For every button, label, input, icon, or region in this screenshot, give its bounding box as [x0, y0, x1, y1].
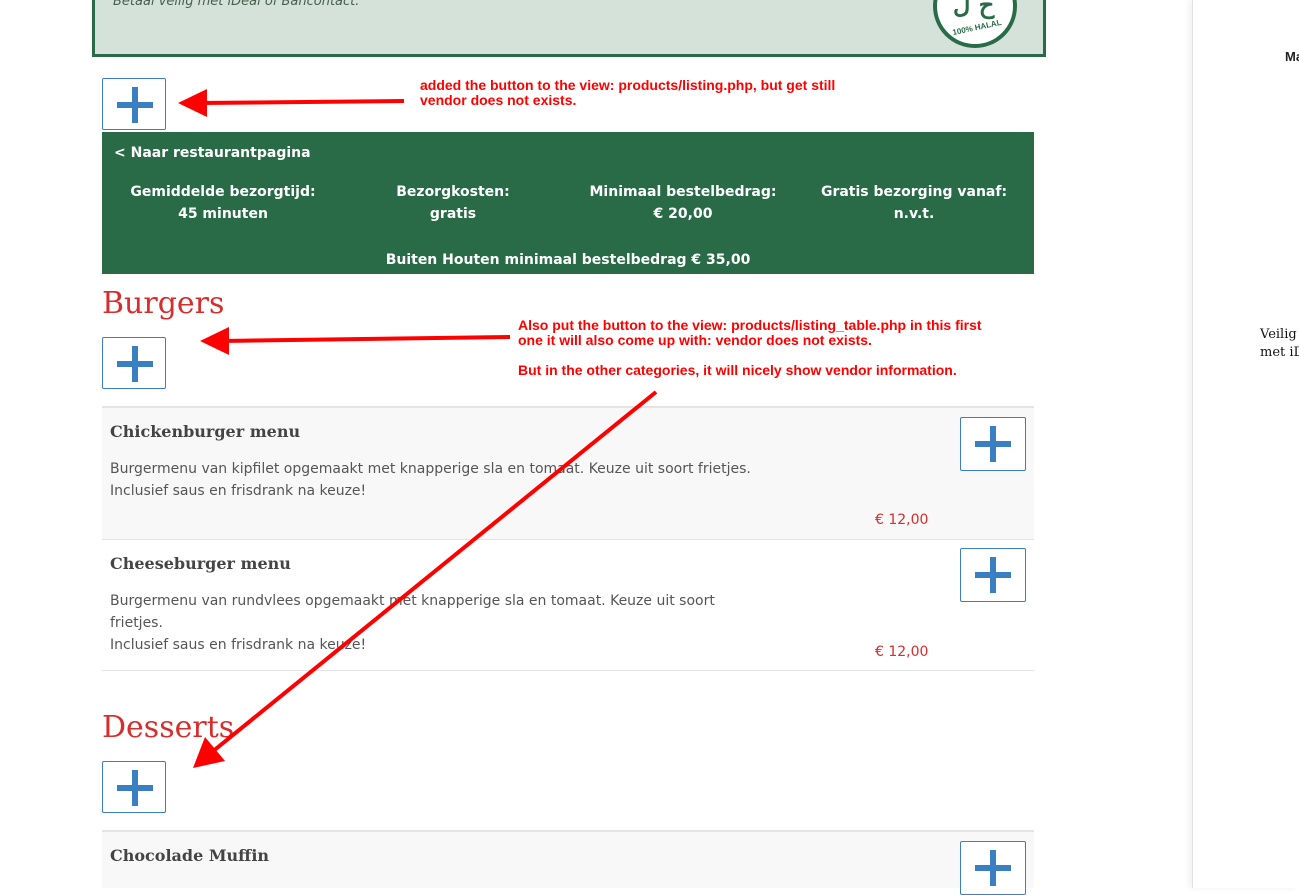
add-vendor-button-desserts[interactable]	[102, 761, 166, 813]
product-row: Chickenburger menu Burgermenu van kipfil…	[102, 406, 1034, 540]
annotation-second: Also put the button to the view: product…	[518, 318, 982, 348]
add-vendor-button-listing[interactable]	[102, 78, 166, 130]
stat-value: 45 minuten	[178, 206, 268, 222]
product-price: € 12,00	[875, 512, 929, 528]
plus-icon	[975, 850, 1011, 886]
stat-value: n.v.t.	[893, 206, 935, 222]
add-to-cart-button[interactable]	[960, 841, 1026, 895]
stat-value: gratis	[429, 206, 477, 222]
stat-delivery-cost: Bezorgkosten: gratis	[338, 181, 568, 225]
product-description-line: Inclusief saus en frisdrank na keuze!	[110, 483, 367, 499]
plus-icon	[117, 770, 153, 806]
restaurant-info-bar: < Naar restaurantpagina Gemiddelde bezor…	[102, 132, 1034, 274]
arrow-to-listing-button	[178, 89, 405, 117]
min-order-outside: Buiten Houten minimaal bestelbedrag € 35…	[385, 252, 751, 268]
annotation-second-line2: one it will also come up with: vendor do…	[518, 332, 872, 348]
add-to-cart-button[interactable]	[960, 548, 1026, 602]
plus-icon	[975, 557, 1011, 593]
annotation-second-line1: Also put the button to the view: product…	[518, 317, 982, 333]
back-to-restaurant-link[interactable]: < Naar restaurantpagina	[114, 145, 311, 161]
payment-banner: Betaal veilig met iDeal of Bancontact. ح…	[92, 0, 1046, 57]
product-name: Chickenburger menu	[110, 422, 301, 441]
stat-delivery-time: Gemiddelde bezorgtijd: 45 minuten	[108, 181, 338, 225]
side-panel-header: Ma	[1285, 49, 1299, 64]
halal-logo-text: 100% HALAL	[951, 17, 1003, 38]
product-description-line: Burgermenu van rundvlees opgemaakt met k…	[110, 593, 715, 631]
product-description-line: Inclusief saus en frisdrank na keuze!	[110, 637, 367, 653]
product-description-line: Burgermenu van kipfilet opgemaakt met kn…	[110, 461, 751, 477]
product-description: Burgermenu van kipfilet opgemaakt met kn…	[110, 458, 770, 502]
category-title-burgers: Burgers	[102, 286, 225, 321]
cart-side-panel: Ma Veilig met iD	[1192, 0, 1299, 888]
annotation-first-line2: vendor does not exists.	[420, 92, 577, 108]
stat-label: Minimaal bestelbedrag:	[589, 184, 777, 200]
add-vendor-button-burgers[interactable]	[102, 337, 166, 389]
stat-value: € 20,00	[653, 206, 713, 222]
product-name: Cheeseburger menu	[110, 554, 291, 573]
stat-label: Gratis bezorging vanaf:	[820, 184, 1008, 200]
stat-label: Bezorgkosten:	[396, 184, 510, 200]
annotation-third: But in the other categories, it will nic…	[518, 362, 957, 378]
plus-icon	[117, 87, 153, 123]
stat-min-order: Minimaal bestelbedrag: € 20,00	[568, 181, 798, 225]
category-title-desserts: Desserts	[102, 710, 235, 745]
annotation-first: added the button to the view: products/l…	[420, 78, 835, 108]
product-row: Chocolade Muffin	[102, 830, 1034, 895]
product-price: € 12,00	[875, 644, 929, 660]
halal-logo: ح ل 100% HALAL	[933, 0, 1017, 48]
side-panel-payment-line: Veilig	[1260, 327, 1297, 342]
plus-icon	[117, 346, 153, 382]
arrow-to-burgers-button	[200, 327, 511, 355]
side-panel-payment-line: met iD	[1260, 345, 1299, 360]
banner-text: Betaal veilig met iDeal of Bancontact.	[113, 0, 360, 9]
plus-icon	[975, 426, 1011, 462]
annotation-first-line1: added the button to the view: products/l…	[420, 77, 836, 93]
stat-label: Gemiddelde bezorgtijd:	[130, 184, 316, 200]
product-name: Chocolade Muffin	[110, 846, 270, 865]
halal-logo-glyph: ح ل	[953, 0, 995, 19]
add-to-cart-button[interactable]	[960, 417, 1026, 471]
stat-free-delivery: Gratis bezorging vanaf: n.v.t.	[799, 181, 1029, 225]
side-panel-payment-text: Veilig met iD	[1260, 326, 1299, 362]
product-description: Burgermenu van rundvlees opgemaakt met k…	[110, 590, 770, 656]
product-row: Cheeseburger menu Burgermenu van rundvle…	[102, 539, 1034, 671]
